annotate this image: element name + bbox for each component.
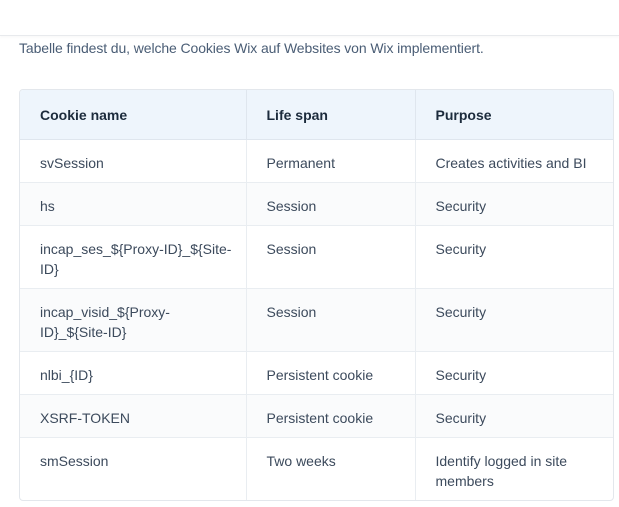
- cookie-name-cell: svSession: [20, 139, 247, 183]
- life-span-cell: Permanent: [246, 139, 416, 183]
- cookie-name-cell: XSRF-TOKEN: [20, 394, 247, 438]
- life-span-cell: Session: [246, 225, 416, 289]
- table-row: incap_ses_${Proxy-ID}_${Site-ID} Session…: [20, 225, 613, 289]
- table-header: Cookie name Life span Purpose: [20, 90, 613, 140]
- purpose-cell: Identify logged in site members: [435, 453, 568, 489]
- life-span-cell: Session: [246, 288, 416, 352]
- cookie-table-container: Cookie name Life span Purpose svSession …: [19, 89, 614, 501]
- life-span-cell: Persistent cookie: [246, 351, 416, 395]
- table-row: hs Session Security: [20, 182, 613, 226]
- cookie-name-cell: incap_visid_${Proxy-ID}_${Site-ID}: [20, 288, 247, 352]
- purpose-cell: Security: [415, 394, 613, 438]
- cookie-name-cell: nlbi_{ID}: [20, 351, 247, 395]
- top-bar: [0, 0, 619, 36]
- purpose-cell: Security: [415, 225, 613, 289]
- column-header-life-span: Life span: [246, 90, 416, 140]
- purpose-cell: Security: [415, 288, 613, 352]
- column-header-purpose: Purpose: [415, 90, 613, 140]
- cookie-table: Cookie name Life span Purpose svSession …: [20, 90, 613, 500]
- table-body: svSession Permanent Creates activities a…: [20, 139, 613, 500]
- life-span-cell: Persistent cookie: [246, 394, 416, 438]
- purpose-cell: Security: [415, 351, 613, 395]
- intro-text: Tabelle findest du, welche Cookies Wix a…: [19, 40, 484, 56]
- life-span-cell: Session: [246, 182, 416, 226]
- purpose-cell: Creates activities and BI: [415, 139, 613, 183]
- column-header-cookie-name: Cookie name: [20, 90, 247, 140]
- cookie-name-cell: smSession: [20, 437, 247, 500]
- table-row: nlbi_{ID} Persistent cookie Security: [20, 351, 613, 395]
- table-row: smSession Two weeks Identify logged in s…: [20, 437, 613, 500]
- life-span-cell: Two weeks: [246, 437, 416, 500]
- purpose-cell: Security: [415, 182, 613, 226]
- cookie-name-cell: hs: [20, 182, 247, 226]
- table-row: incap_visid_${Proxy-ID}_${Site-ID} Sessi…: [20, 288, 613, 352]
- cookie-name-cell: incap_ses_${Proxy-ID}_${Site-ID}: [20, 225, 247, 289]
- table-row: XSRF-TOKEN Persistent cookie Security: [20, 394, 613, 438]
- table-row: svSession Permanent Creates activities a…: [20, 139, 613, 183]
- header-row: Cookie name Life span Purpose: [20, 90, 613, 140]
